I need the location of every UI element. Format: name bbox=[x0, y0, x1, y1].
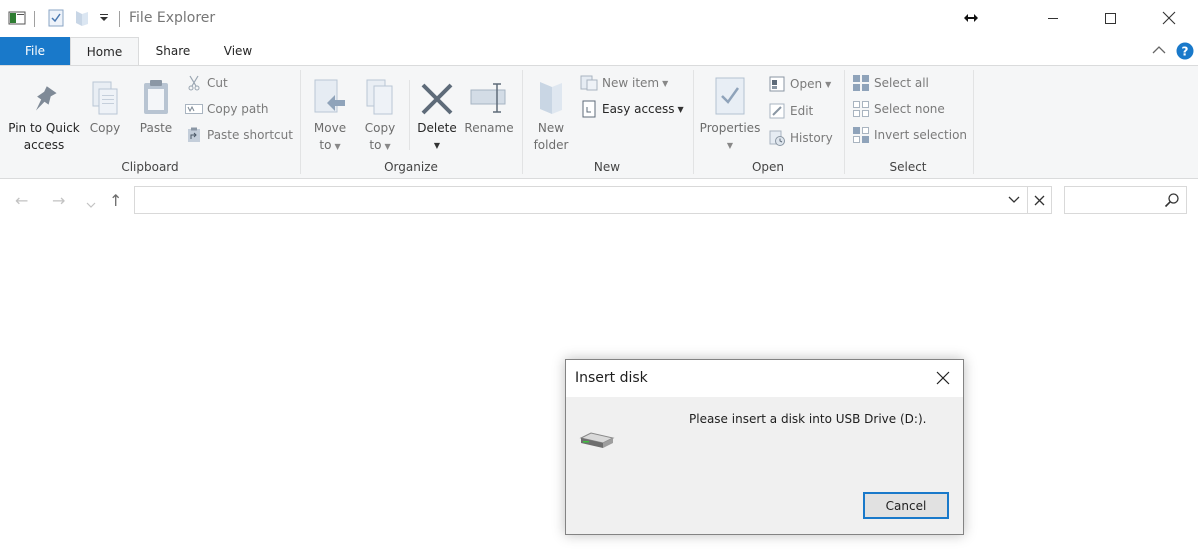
edit-button[interactable]: Edit bbox=[768, 100, 813, 122]
move-to-icon bbox=[308, 72, 352, 116]
minimize-button[interactable] bbox=[1030, 0, 1076, 36]
title-bar: File Explorer bbox=[0, 0, 1198, 37]
edit-icon bbox=[768, 102, 786, 120]
cut-button[interactable]: Cut bbox=[185, 72, 228, 94]
invert-selection-button[interactable]: Invert selection bbox=[852, 124, 967, 146]
collapse-ribbon-icon[interactable] bbox=[1152, 44, 1166, 58]
tab-file[interactable]: File bbox=[0, 37, 70, 65]
open-icon bbox=[768, 75, 786, 93]
recent-locations-icon[interactable] bbox=[86, 194, 96, 213]
select-none-button[interactable]: Select none bbox=[852, 98, 945, 120]
ribbon-tabs: File Home Share View ? bbox=[0, 37, 1198, 66]
new-folder-icon bbox=[530, 72, 572, 116]
address-clear-icon[interactable] bbox=[1027, 187, 1051, 213]
group-organize-label: Organize bbox=[384, 160, 438, 174]
ribbon-home: Pin to Quick access Copy Paste Cut Copy … bbox=[0, 65, 1198, 179]
copy-path-button[interactable]: Copy path bbox=[185, 98, 269, 120]
paste-button[interactable]: Paste bbox=[136, 72, 176, 137]
forward-arrow-icon[interactable]: → bbox=[52, 191, 65, 210]
pin-icon bbox=[6, 72, 82, 116]
scissors-icon bbox=[185, 74, 203, 92]
group-select-label: Select bbox=[889, 160, 927, 174]
svg-text:?: ? bbox=[1182, 45, 1189, 59]
open-button[interactable]: Open ▼ bbox=[768, 73, 831, 95]
paste-shortcut-button[interactable]: Paste shortcut bbox=[185, 124, 293, 146]
select-all-icon bbox=[852, 74, 870, 92]
tab-share[interactable]: Share bbox=[142, 37, 204, 65]
dialog-close-icon[interactable] bbox=[933, 368, 953, 388]
dialog-message: Please insert a disk into USB Drive (D:)… bbox=[689, 412, 927, 426]
properties-quick-icon[interactable] bbox=[48, 9, 64, 30]
easy-access-icon bbox=[580, 100, 598, 118]
new-folder-button[interactable]: New folder bbox=[530, 72, 572, 154]
search-box[interactable] bbox=[1064, 186, 1187, 214]
new-item-icon bbox=[580, 74, 598, 92]
delete-x-icon bbox=[414, 72, 460, 116]
invert-selection-icon bbox=[852, 126, 870, 144]
insert-disk-dialog: Insert disk Please insert a disk into US… bbox=[565, 359, 964, 535]
copy-to-button[interactable]: Copy to ▼ bbox=[358, 72, 402, 155]
select-none-icon bbox=[852, 100, 870, 118]
cancel-button[interactable]: Cancel bbox=[863, 492, 949, 519]
back-arrow-icon[interactable]: ← bbox=[15, 191, 28, 210]
address-dropdown-icon[interactable] bbox=[1003, 187, 1025, 213]
paste-shortcut-icon bbox=[185, 126, 203, 144]
dialog-title-bar: Insert disk bbox=[566, 360, 963, 397]
close-button[interactable] bbox=[1146, 0, 1192, 36]
file-explorer-window: File Explorer File Home Share View ? Pin… bbox=[0, 0, 1198, 554]
move-to-button[interactable]: Move to ▼ bbox=[308, 72, 352, 155]
usb-drive-icon bbox=[579, 430, 615, 453]
address-bar[interactable] bbox=[134, 186, 1052, 214]
tab-home[interactable]: Home bbox=[70, 37, 139, 66]
rename-icon bbox=[464, 72, 514, 116]
paste-icon bbox=[136, 72, 176, 116]
up-arrow-icon[interactable]: ↑ bbox=[109, 191, 122, 210]
copy-button[interactable]: Copy bbox=[86, 72, 124, 137]
history-button[interactable]: History bbox=[768, 127, 833, 149]
properties-icon bbox=[698, 72, 762, 116]
group-open-label: Open bbox=[751, 160, 785, 174]
properties-button[interactable]: Properties ▼ bbox=[698, 72, 762, 154]
search-icon[interactable] bbox=[1164, 192, 1180, 211]
new-item-button[interactable]: New item ▼ bbox=[580, 72, 668, 94]
customize-qat-icon[interactable] bbox=[98, 12, 110, 27]
window-title: File Explorer bbox=[129, 10, 216, 26]
group-new-label: New bbox=[593, 160, 621, 174]
group-clipboard-label: Clipboard bbox=[121, 160, 179, 174]
delete-button[interactable]: Delete ▼ bbox=[414, 72, 460, 154]
pin-to-quick-access-button[interactable]: Pin to Quick access bbox=[6, 72, 82, 154]
easy-access-button[interactable]: Easy access ▼ bbox=[580, 98, 684, 120]
navigation-bar: ← → ↑ bbox=[0, 180, 1198, 220]
window-menu-icon[interactable] bbox=[8, 9, 26, 30]
copy-path-icon bbox=[185, 100, 203, 118]
resize-cursor-icon bbox=[948, 0, 994, 36]
dialog-title: Insert disk bbox=[575, 370, 648, 386]
select-all-button[interactable]: Select all bbox=[852, 72, 929, 94]
new-folder-quick-icon[interactable] bbox=[74, 9, 90, 30]
history-icon bbox=[768, 129, 786, 147]
rename-button[interactable]: Rename bbox=[464, 72, 514, 137]
copy-to-icon bbox=[358, 72, 402, 116]
tab-view[interactable]: View bbox=[208, 37, 268, 65]
maximize-button[interactable] bbox=[1087, 0, 1133, 36]
help-icon[interactable]: ? bbox=[1176, 42, 1194, 63]
copy-icon bbox=[86, 72, 124, 116]
